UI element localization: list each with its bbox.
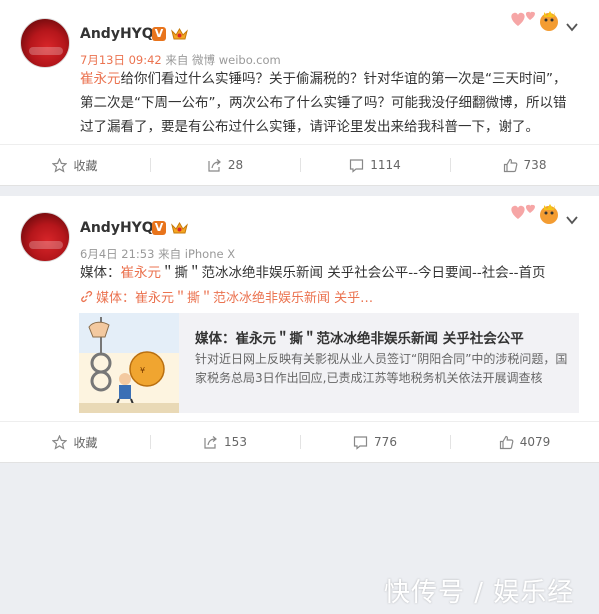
star-icon — [52, 434, 68, 450]
like-button[interactable]: 738 — [450, 145, 599, 185]
verified-badge-icon[interactable]: V — [152, 27, 166, 41]
article-preview-card[interactable]: ¥ 媒体：崔永元＂撕＂范冰冰绝非娱乐新闻 关乎社会公平 针对近日网上反映有关影视… — [79, 313, 579, 413]
avatar[interactable] — [20, 18, 70, 68]
post-date[interactable]: 6月4日 21:53 — [80, 247, 154, 261]
article-title: 媒体：崔永元＂撕＂范冰冰绝非娱乐新闻 关乎社会公平 — [195, 331, 524, 347]
post-text: 崔永元给你们看过什么实锤吗？关于偷漏税的？针对华谊的第一次是“三天时间”， 第二… — [80, 71, 567, 135]
article-link[interactable]: 媒体：崔永元＂撕＂范冰冰绝非娱乐新闻 关乎… — [80, 287, 373, 306]
mention-link[interactable]: 崔永元 — [80, 71, 121, 87]
chevron-down-icon[interactable] — [565, 213, 579, 227]
username[interactable]: AndyHYQ — [80, 26, 154, 42]
favorite-button[interactable]: 收藏 — [0, 145, 150, 185]
favorite-button[interactable]: 收藏 — [0, 422, 150, 462]
comment-button[interactable]: 1114 — [300, 145, 450, 185]
comment-button[interactable]: 776 — [300, 422, 450, 462]
post-text: 媒体：崔永元＂撕＂范冰冰绝非娱乐新闻 关乎社会公平--今日要闻--社会--首页 — [80, 265, 546, 281]
watermark: 快传号 / 娱乐经 — [384, 578, 575, 608]
post-source[interactable]: 来自 微博 weibo.com — [165, 53, 280, 67]
avatar[interactable] — [20, 212, 70, 262]
chevron-down-icon[interactable] — [565, 20, 579, 34]
repost-icon — [208, 158, 221, 172]
repost-button[interactable]: 153 — [150, 422, 300, 462]
comment-icon — [350, 158, 364, 173]
like-button[interactable]: 4079 — [450, 422, 599, 462]
link-icon — [81, 291, 93, 303]
mention-link[interactable]: 崔永元 — [121, 265, 162, 281]
article-description: 针对近日网上反映有关影视从业人员签订“阴阳合同”中的涉税问题，国家税务总局3日作… — [195, 352, 568, 385]
username[interactable]: AndyHYQ — [80, 220, 154, 236]
post-meta: 7月13日 09:42 来自 微博 weibo.com — [80, 52, 281, 68]
repost-button[interactable]: 28 — [150, 145, 300, 185]
article-thumbnail: ¥ — [79, 313, 179, 413]
thumbs-up-icon — [503, 158, 517, 172]
verified-badge-icon[interactable]: V — [152, 221, 166, 235]
comment-icon — [353, 435, 368, 450]
post-date[interactable]: 7月13日 09:42 — [80, 53, 162, 67]
svg-text:¥: ¥ — [140, 366, 145, 375]
heart-decoration-icon — [511, 204, 558, 224]
crown-icon[interactable] — [171, 221, 188, 235]
cartoon-illustration-icon: ¥ — [79, 313, 179, 413]
repost-icon — [204, 435, 217, 449]
thumbs-up-icon — [499, 435, 514, 449]
post-source[interactable]: 来自 iPhone X — [158, 247, 235, 261]
heart-decoration-icon — [511, 11, 558, 31]
post-card-1: AndyHYQ V 7月13日 09:42 来自 微博 weibo.com 崔永… — [0, 0, 599, 186]
star-icon — [52, 157, 68, 173]
post-meta: 6月4日 21:53 来自 iPhone X — [80, 246, 235, 262]
crown-icon[interactable] — [171, 27, 188, 41]
